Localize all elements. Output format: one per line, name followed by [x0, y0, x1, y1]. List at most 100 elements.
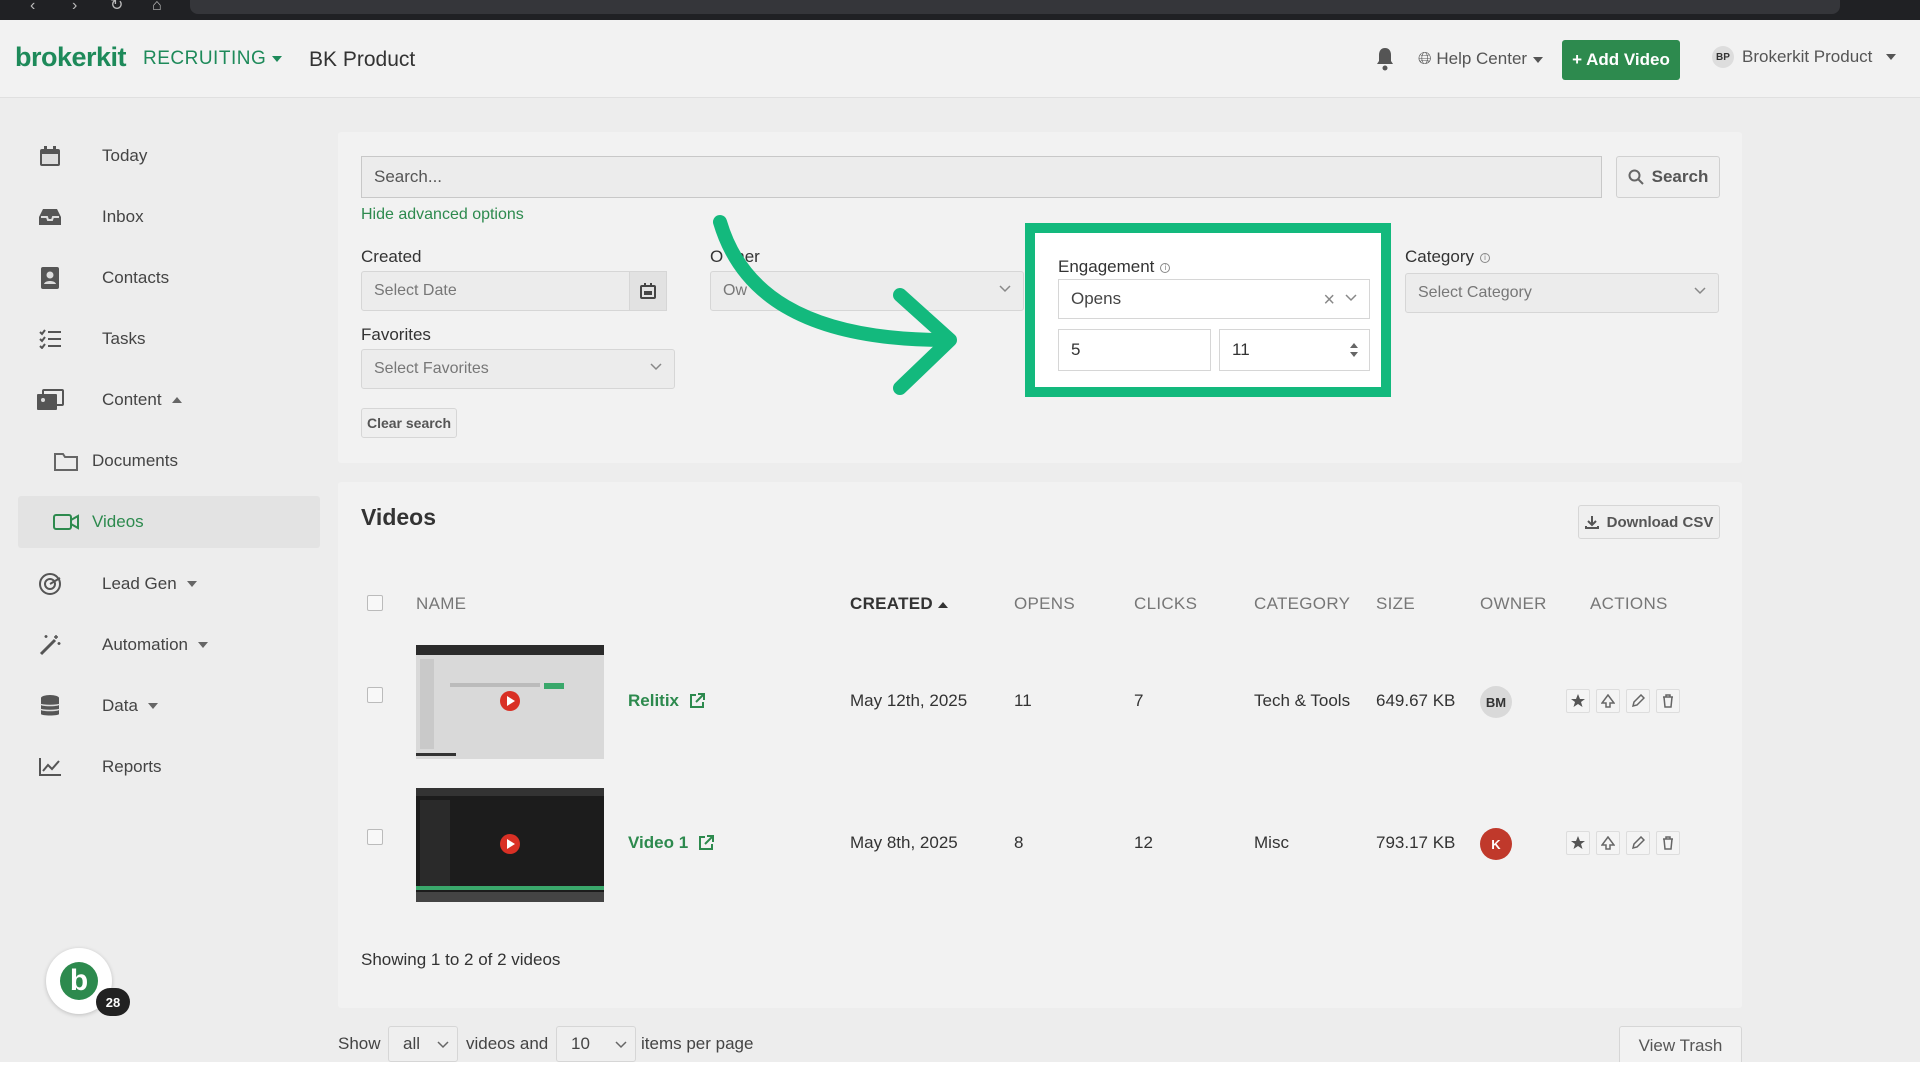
column-header-created[interactable]: CREATED	[850, 594, 949, 614]
sidebar-item-today[interactable]: Today	[18, 130, 320, 182]
download-icon	[1584, 516, 1599, 529]
favorite-button[interactable]	[1566, 689, 1590, 713]
category-select[interactable]: Select Category	[1405, 273, 1719, 313]
sidebar-item-tasks[interactable]: Tasks	[18, 313, 320, 365]
chevron-down-icon	[198, 642, 208, 648]
row-actions	[1566, 831, 1680, 855]
engagement-label: Engagement i	[1058, 257, 1171, 277]
engagement-select[interactable]: Opens ×	[1058, 279, 1370, 319]
edit-button[interactable]	[1626, 831, 1650, 855]
clear-search-button[interactable]: Clear search	[361, 408, 457, 438]
column-header-created-label: CREATED	[850, 594, 934, 613]
per-page-value: 10	[571, 1034, 590, 1053]
search-input[interactable]	[361, 156, 1602, 198]
row-checkbox[interactable]	[367, 687, 383, 703]
edit-button[interactable]	[1626, 689, 1650, 713]
column-header-actions: ACTIONS	[1590, 594, 1668, 613]
chart-icon	[36, 755, 64, 779]
back-icon[interactable]: ‹	[30, 0, 35, 14]
brand-logo[interactable]: brokerkit	[15, 42, 127, 73]
sidebar-item-documents[interactable]: Documents	[18, 435, 320, 487]
delete-button[interactable]	[1656, 831, 1680, 855]
info-icon: i	[1160, 262, 1171, 273]
edit-icon	[1631, 836, 1645, 850]
reload-icon[interactable]: ↻	[110, 0, 123, 14]
trash-icon	[1663, 694, 1673, 708]
created-date: May 12th, 2025	[850, 691, 968, 710]
sidebar-item-data[interactable]: Data	[18, 680, 320, 732]
annotation-arrow-icon	[713, 215, 957, 395]
download-csv-button[interactable]: Download CSV	[1578, 505, 1720, 539]
video-thumbnail[interactable]	[416, 645, 604, 759]
chevron-down-icon	[999, 285, 1011, 293]
share-button[interactable]	[1596, 689, 1620, 713]
home-icon[interactable]: ⌂	[152, 0, 162, 14]
number-spinner-icon[interactable]	[1349, 340, 1359, 360]
clicks-count: 7	[1134, 691, 1144, 710]
chevron-down-icon	[650, 363, 662, 371]
category-label: Category i	[1405, 247, 1490, 267]
sidebar-item-label: Today	[102, 146, 148, 165]
globe-icon: 🌐︎	[1418, 49, 1432, 68]
address-bar[interactable]	[190, 0, 1840, 14]
show-filter-select[interactable]: all	[388, 1026, 458, 1062]
video-name-link[interactable]: Relitix	[628, 691, 706, 711]
category-label-text: Category	[1405, 247, 1474, 266]
forward-icon[interactable]: ›	[72, 0, 77, 14]
hide-advanced-options-link[interactable]: Hide advanced options	[361, 206, 524, 224]
clear-icon[interactable]: ×	[1323, 289, 1335, 312]
engagement-min-input[interactable]	[1058, 329, 1211, 371]
sidebar-item-label: Inbox	[102, 207, 144, 226]
column-header-clicks[interactable]: CLICKS	[1134, 594, 1197, 614]
favorite-button[interactable]	[1566, 831, 1590, 855]
profile-menu[interactable]: BP Brokerkit Product	[1712, 46, 1897, 68]
column-header-owner[interactable]: OWNER	[1480, 594, 1547, 614]
share-icon	[1601, 836, 1615, 850]
column-header-opens[interactable]: OPENS	[1014, 594, 1075, 614]
column-header-name[interactable]: NAME	[416, 594, 466, 614]
sidebar-item-content[interactable]: Content	[18, 374, 320, 426]
view-trash-button[interactable]: View Trash	[1619, 1026, 1742, 1066]
pagination-summary: Showing 1 to 2 of 2 videos	[361, 950, 561, 969]
opens-count: 8	[1014, 833, 1024, 852]
tasks-icon	[36, 327, 64, 351]
profile-name: Brokerkit Product	[1742, 47, 1873, 66]
chevron-down-icon	[272, 55, 283, 62]
favorites-select[interactable]: Select Favorites	[361, 349, 675, 389]
video-name-link[interactable]: Video 1	[628, 833, 715, 853]
search-button[interactable]: Search	[1616, 156, 1720, 198]
share-button[interactable]	[1596, 831, 1620, 855]
created-date-input[interactable]: Select Date	[361, 271, 633, 311]
videos-and-label: videos and	[466, 1034, 549, 1053]
sidebar-item-inbox[interactable]: Inbox	[18, 191, 320, 243]
column-header-size[interactable]: SIZE	[1376, 594, 1415, 614]
size-value: 793.17 KB	[1376, 833, 1456, 852]
per-page-select[interactable]: 10	[556, 1026, 636, 1062]
help-center-menu[interactable]: 🌐︎ Help Center	[1418, 49, 1544, 69]
sidebar-item-videos[interactable]: Videos	[18, 496, 320, 548]
sidebar-item-reports[interactable]: Reports	[18, 741, 320, 793]
column-header-category[interactable]: CATEGORY	[1254, 594, 1350, 614]
created-label: Created	[361, 247, 422, 266]
row-checkbox[interactable]	[367, 829, 383, 845]
inbox-icon	[36, 205, 64, 229]
company-name: BK Product	[309, 48, 416, 71]
module-switcher[interactable]: RECRUITING	[143, 48, 283, 70]
date-picker-button[interactable]	[629, 271, 667, 311]
bell-icon[interactable]	[1374, 46, 1396, 72]
sidebar-item-automation[interactable]: Automation	[18, 619, 320, 671]
video-thumbnail[interactable]	[416, 788, 604, 902]
wand-icon	[36, 633, 64, 657]
items-per-page-label: items per page	[641, 1034, 754, 1053]
calendar-icon	[640, 283, 656, 299]
chevron-down-icon	[615, 1041, 627, 1049]
sidebar-item-label: Documents	[92, 451, 178, 470]
sidebar-item-contacts[interactable]: Contacts	[18, 252, 320, 304]
engagement-max-input[interactable]: 11	[1219, 329, 1370, 371]
play-icon	[500, 834, 520, 854]
delete-button[interactable]	[1656, 689, 1680, 713]
add-video-button[interactable]: + Add Video	[1562, 40, 1680, 80]
top-navbar: brokerkit RECRUITING BK Product 🌐︎ Help …	[0, 20, 1920, 98]
sidebar-item-lead-gen[interactable]: Lead Gen	[18, 558, 320, 610]
select-all-checkbox[interactable]	[367, 595, 383, 611]
